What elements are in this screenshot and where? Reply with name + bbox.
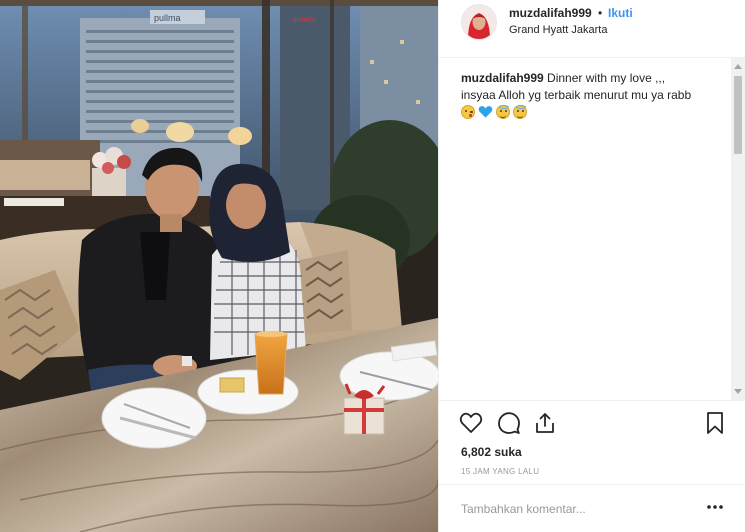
avatar[interactable] [461,4,497,40]
post-timestamp[interactable]: 15 JAM YANG LALU [461,467,539,476]
header-separator: • [598,6,603,20]
comments-scrollbar[interactable] [731,58,745,400]
smiling-face-with-halo-icon [513,105,527,119]
more-options-icon[interactable] [705,500,725,514]
caption-line-2: insyaa Alloh yg terbaik menurut mu ya ra… [461,88,692,102]
post-side-panel: muzdalifah999 • Ikuti Grand Hyatt Jakart… [438,0,745,532]
building-sign-left: pullma [154,13,181,23]
smiling-face-with-halo-icon [496,105,510,119]
scroll-down-arrow-icon[interactable] [734,389,742,394]
scrollbar-thumb[interactable] [734,76,742,154]
follow-button[interactable]: Ikuti [608,6,633,20]
heart-outline-icon[interactable] [459,411,483,435]
caption-line-1: muzdalifah999 Dinner with my love ,,, [461,70,731,87]
add-comment-section [439,484,745,532]
dinner-photo-illustration: pullma amaris [0,0,438,532]
share-upload-icon[interactable] [533,411,557,435]
building-sign-right: amaris [292,15,316,24]
header-username[interactable]: muzdalifah999 [509,6,592,20]
caption-username[interactable]: muzdalifah999 [461,71,544,85]
caption-text: Dinner with my love ,,, [547,71,666,85]
comment-input[interactable] [459,499,693,519]
blue-heart-icon [478,106,493,118]
caption-emoji-row [461,105,731,119]
post-photo[interactable]: pullma amaris [0,0,438,532]
winking-kiss-face-icon [461,105,475,119]
bookmark-icon[interactable] [703,411,727,435]
avatar-image [462,5,496,39]
post-caption: muzdalifah999 Dinner with my love ,,, in… [461,70,731,119]
post-header: muzdalifah999 • Ikuti Grand Hyatt Jakart… [439,0,745,58]
location-link[interactable]: Grand Hyatt Jakarta [509,24,607,36]
likes-count[interactable]: 6,802 suka [461,445,522,459]
scroll-up-arrow-icon[interactable] [734,64,742,69]
speech-bubble-icon[interactable] [497,411,521,435]
